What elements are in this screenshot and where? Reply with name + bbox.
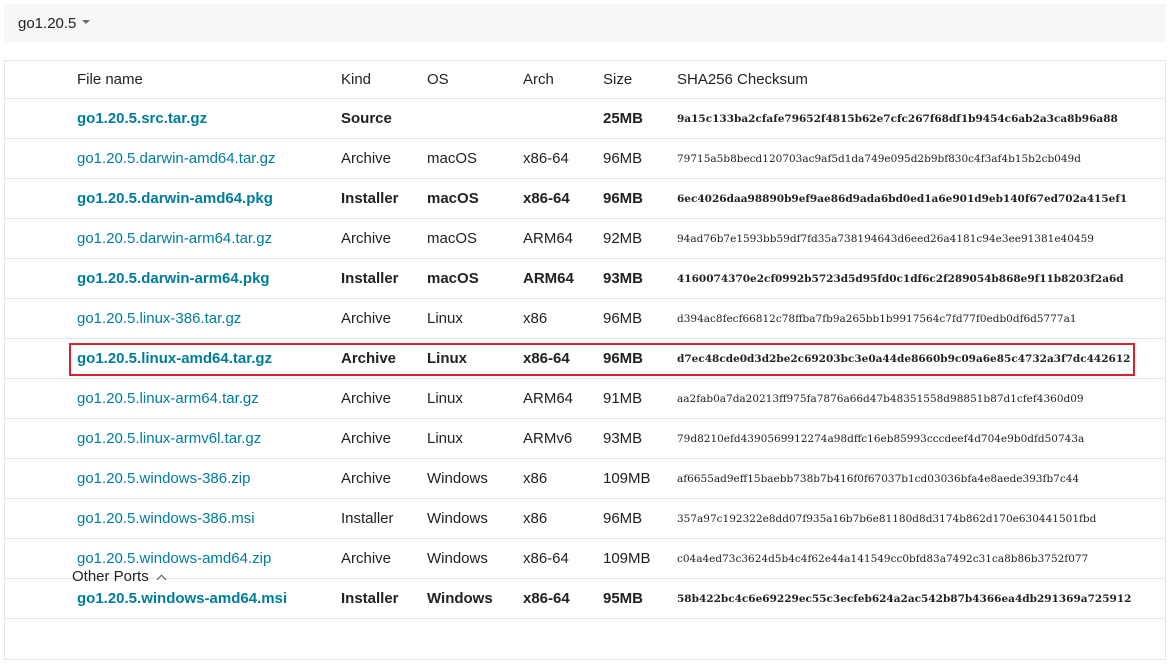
kind-cell: Installer [341, 270, 399, 287]
file-name-link[interactable]: go1.20.5.linux-armv6l.tar.gz [77, 419, 261, 459]
header-kind: Kind [341, 71, 372, 88]
header-os: OS [427, 71, 449, 88]
arch-cell: x86 [523, 510, 548, 527]
os-cell: macOS [427, 230, 478, 247]
arch-cell: x86-64 [523, 190, 570, 207]
table-row: go1.20.5.src.tar.gz Source 25MB 9a15c133ba2… [5, 99, 1165, 139]
kind-cell: Archive [341, 230, 392, 247]
size-cell: 96MB [603, 310, 643, 327]
kind-cell: Archive [341, 470, 392, 487]
header-file-name: File name [77, 71, 143, 88]
kind-cell: Archive [341, 310, 392, 327]
kind-cell: Archive [341, 550, 392, 567]
size-cell: 96MB [603, 190, 644, 207]
size-cell: 92MB [603, 230, 643, 247]
checksum-cell: aa2fab0a7da20213ff975fa7876a66d47b483515… [677, 393, 1084, 405]
arch-cell: ARM64 [523, 230, 574, 247]
table-row: go1.20.5.linux-armv6l.tar.gz Archive Linux… [5, 419, 1165, 459]
arch-cell: x86 [523, 470, 548, 487]
os-cell: Linux [427, 430, 463, 447]
checksum-cell: 58b422bc4c6e69229ec55c3ecfeb624a2ac542b8… [677, 593, 1132, 605]
header-size: Size [603, 71, 633, 88]
table-row: go1.20.5.windows-amd64.msi Installer Windo… [5, 579, 1165, 619]
size-cell: 109MB [603, 550, 651, 567]
chevron-down-icon [82, 20, 91, 25]
os-cell: macOS [427, 190, 479, 207]
table-row: go1.20.5.linux-arm64.tar.gz Archive Linux A… [5, 379, 1165, 419]
checksum-cell: 94ad76b7e1593bb59df7fd35a738194643d6eed2… [677, 233, 1094, 245]
table-row: go1.20.5.darwin-amd64.pkg Installer macOS x… [5, 179, 1165, 219]
kind-cell: Archive [341, 390, 392, 407]
checksum-cell: af6655ad9eff15baebb738b7b416f0f67037b1cd… [677, 473, 1080, 485]
os-cell: Linux [427, 390, 463, 407]
header-sha256: SHA256 Checksum [677, 71, 808, 88]
size-cell: 95MB [603, 590, 644, 607]
table-header-row: File name Kind OS Arch Size SHA256 Check… [5, 61, 1165, 99]
kind-cell: Installer [341, 510, 394, 527]
chevron-up-icon [156, 574, 167, 585]
table-row: go1.20.5.windows-amd64.zip Archive Windows… [5, 539, 1165, 579]
size-cell: 96MB [603, 150, 643, 167]
table-row: go1.20.5.linux-386.tar.gz Archive Linux x86… [5, 299, 1165, 339]
arch-cell: x86-64 [523, 150, 569, 167]
version-selector-label[interactable]: go1.20.5 [18, 15, 91, 32]
file-name-link[interactable]: go1.20.5.darwin-arm64.tar.gz [77, 219, 272, 259]
arch-cell: ARMv6 [523, 430, 573, 447]
table-row: go1.20.5.darwin-arm64.pkg Installer macOS A… [5, 259, 1165, 299]
size-cell: 96MB [603, 510, 643, 527]
downloads-table: File name Kind OS Arch Size SHA256 Check… [4, 60, 1166, 660]
table-row: go1.20.5.windows-386.msi Installer Windows… [5, 499, 1165, 539]
kind-cell: Installer [341, 590, 399, 607]
table-row: go1.20.5.windows-386.zip Archive Windows x8… [5, 459, 1165, 499]
checksum-cell: 6ec4026daa98890b9ef9ae86d9ada6bd0ed1a6e9… [677, 193, 1128, 205]
file-name-link[interactable]: go1.20.5.darwin-amd64.pkg [77, 179, 273, 219]
file-name-link[interactable]: go1.20.5.windows-386.zip [77, 459, 250, 499]
os-cell: Linux [427, 310, 463, 327]
file-name-link[interactable]: go1.20.5.windows-amd64.msi [77, 579, 287, 619]
checksum-cell: 79d8210efd4390569912274a98dffc16eb85993c… [677, 433, 1085, 445]
os-cell: Windows [427, 550, 488, 567]
arch-cell: ARM64 [523, 270, 574, 287]
checksum-cell: d394ac8fecf66812c78ffba7fb9a265bb1b99175… [677, 313, 1077, 325]
file-name-link[interactable]: go1.20.5.darwin-arm64.pkg [77, 259, 270, 299]
file-name-link[interactable]: go1.20.5.linux-arm64.tar.gz [77, 379, 259, 419]
kind-cell: Source [341, 110, 392, 127]
highlight-box [69, 343, 1135, 376]
file-name-link[interactable]: go1.20.5.linux-386.tar.gz [77, 299, 241, 339]
checksum-cell: 357a97c192322e8dd07f935a16b7b6e81180d8d3… [677, 513, 1097, 525]
checksum-cell: c04a4ed73c3624d5b4c4f62e44a141549cc0bfd8… [677, 553, 1089, 565]
os-cell: Windows [427, 590, 493, 607]
table-row: go1.20.5.darwin-amd64.tar.gz Archive macOS… [5, 139, 1165, 179]
arch-cell: x86-64 [523, 590, 570, 607]
os-cell: Windows [427, 470, 488, 487]
file-name-link[interactable]: go1.20.5.windows-386.msi [77, 499, 255, 539]
version-selector[interactable]: go1.20.5 [4, 4, 1166, 42]
arch-cell: x86 [523, 310, 548, 327]
size-cell: 93MB [603, 430, 643, 447]
checksum-cell: 4160074370e2cf0992b5723d5d95fd0c1df6c2f2… [677, 273, 1124, 285]
arch-cell: x86-64 [523, 550, 569, 567]
os-cell: macOS [427, 150, 478, 167]
checksum-cell: 9a15c133ba2cfafe79652f4815b62e7cfc267f68… [677, 113, 1118, 125]
table-row: go1.20.5.darwin-arm64.tar.gz Archive macOS… [5, 219, 1165, 259]
kind-cell: Archive [341, 430, 392, 447]
file-name-link[interactable]: go1.20.5.darwin-amd64.tar.gz [77, 139, 275, 179]
other-ports-toggle[interactable]: Other Ports [72, 568, 167, 585]
checksum-cell: 79715a5b8becd120703ac9af5d1da749e095d2b9… [677, 153, 1081, 165]
kind-cell: Archive [341, 150, 392, 167]
version-text: go1.20.5 [18, 15, 77, 32]
os-cell: Windows [427, 510, 488, 527]
arch-cell: ARM64 [523, 390, 574, 407]
size-cell: 109MB [603, 470, 651, 487]
kind-cell: Installer [341, 190, 399, 207]
size-cell: 93MB [603, 270, 644, 287]
file-name-link[interactable]: go1.20.5.src.tar.gz [77, 99, 207, 139]
other-ports-label: Other Ports [72, 568, 149, 585]
header-arch: Arch [523, 71, 554, 88]
size-cell: 25MB [603, 110, 644, 127]
size-cell: 91MB [603, 390, 643, 407]
os-cell: macOS [427, 270, 479, 287]
